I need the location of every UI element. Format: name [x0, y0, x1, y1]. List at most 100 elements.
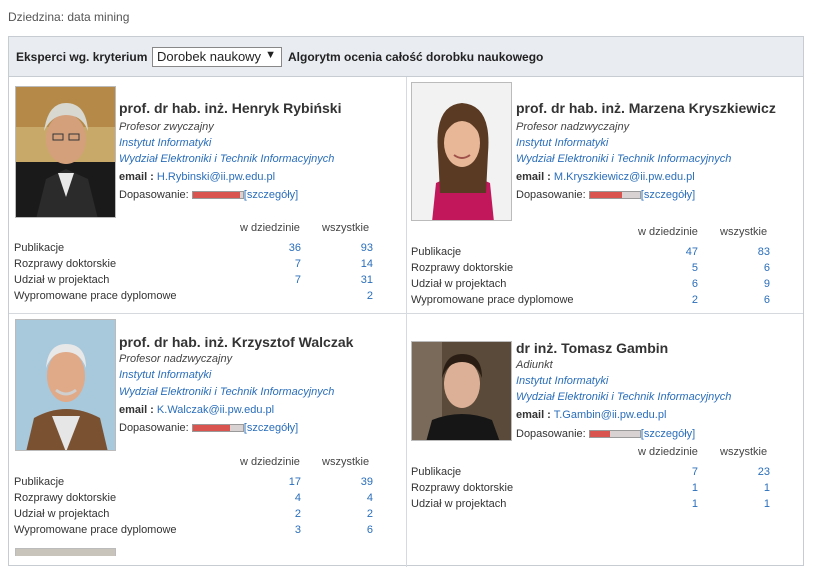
match-bar [191, 191, 244, 199]
stat-proj-all[interactable]: 1 [740, 498, 770, 510]
row-label-projects: Udział w projektach [14, 274, 110, 286]
institute-link[interactable]: Instytut Informatyki [516, 137, 608, 149]
faculty-link[interactable]: Wydział Elektroniki i Technik Informacyj… [516, 153, 731, 165]
expert-title: Profesor nadzwyczajny [516, 121, 630, 133]
match-bar [588, 430, 641, 438]
stat-thesis-field[interactable]: 2 [668, 294, 698, 306]
institute-link[interactable]: Instytut Informatyki [119, 137, 211, 149]
stat-thesis-all[interactable]: 6 [740, 294, 770, 306]
email-link[interactable]: K.Walczak@ii.pw.edu.pl [157, 404, 274, 416]
institute-link[interactable]: Instytut Informatyki [516, 375, 608, 387]
expert-title: Profesor nadzwyczajny [119, 353, 233, 365]
row-label-projects: Udział w projektach [14, 508, 110, 520]
email-link[interactable]: H.Rybinski@ii.pw.edu.pl [157, 171, 275, 183]
row-label-theses: Wypromowane prace dyplomowe [14, 524, 177, 536]
stat-phd-all[interactable]: 14 [343, 258, 373, 270]
expert-title: Adiunkt [516, 359, 553, 371]
row-label-projects: Udział w projektach [411, 498, 507, 510]
row-label-theses: Wypromowane prace dyplomowe [14, 290, 177, 302]
col-header-field: w dziedzinie [240, 456, 300, 468]
match-row: Dopasowanie: [szczegóły] [119, 422, 298, 434]
faculty-link[interactable]: Wydział Elektroniki i Technik Informacyj… [516, 391, 731, 403]
criterion-select[interactable]: Dorobek naukowy ▼ [152, 47, 282, 67]
expert-name[interactable]: prof. dr hab. inż. Krzysztof Walczak [119, 334, 353, 350]
stat-phd-field[interactable]: 4 [271, 492, 301, 504]
faculty-link[interactable]: Wydział Elektroniki i Technik Informacyj… [119, 153, 334, 165]
email-row: email : T.Gambin@ii.pw.edu.pl [516, 409, 666, 421]
stat-pub-field[interactable]: 36 [271, 242, 301, 254]
details-link[interactable]: [szczegóły] [244, 422, 298, 434]
match-row: Dopasowanie: [szczegóły] [119, 189, 298, 201]
dropdown-arrow-icon: ▼ [265, 49, 276, 61]
row-label-publications: Publikacje [14, 476, 65, 488]
stat-phd-all[interactable]: 1 [740, 482, 770, 494]
expert-photo [411, 341, 512, 441]
stat-proj-field[interactable]: 6 [668, 278, 698, 290]
row-label-publications: Publikacje [411, 246, 462, 258]
email-link[interactable]: M.Kryszkiewicz@ii.pw.edu.pl [554, 171, 695, 183]
details-link[interactable]: [szczegóły] [641, 428, 695, 440]
col-header-field: w dziedzinie [240, 222, 300, 234]
match-label: Dopasowanie: [119, 422, 189, 434]
row-label-publications: Publikacje [14, 242, 65, 254]
match-row: Dopasowanie: [szczegóły] [516, 428, 695, 440]
stat-thesis-all[interactable]: 6 [343, 524, 373, 536]
stat-pub-field[interactable]: 17 [271, 476, 301, 488]
stat-pub-field[interactable]: 7 [668, 466, 698, 478]
row-label-phd: Rozprawy doktorskie [14, 258, 117, 270]
stat-pub-field[interactable]: 47 [668, 246, 698, 258]
stat-phd-field[interactable]: 7 [271, 258, 301, 270]
stat-phd-all[interactable]: 6 [740, 262, 770, 274]
email-label: email : [119, 404, 154, 416]
details-link[interactable]: [szczegóły] [244, 189, 298, 201]
col-header-all: wszystkie [322, 222, 370, 234]
expert-name[interactable]: prof. dr hab. inż. Marzena Kryszkiewicz [516, 100, 776, 116]
faculty-link[interactable]: Wydział Elektroniki i Technik Informacyj… [119, 386, 334, 398]
expert-name[interactable]: prof. dr hab. inż. Henryk Rybiński [119, 100, 341, 116]
match-bar [191, 424, 244, 432]
email-row: email : H.Rybinski@ii.pw.edu.pl [119, 171, 275, 183]
row-label-phd: Rozprawy doktorskie [14, 492, 117, 504]
row-label-projects: Udział w projektach [411, 278, 507, 290]
stat-phd-all[interactable]: 4 [343, 492, 373, 504]
stat-proj-field[interactable]: 2 [271, 508, 301, 520]
algorithm-description: Algorytm ocenia całość dorobku naukowego [288, 50, 544, 64]
match-row: Dopasowanie: [szczegóły] [516, 189, 695, 201]
row-label-theses: Wypromowane prace dyplomowe [411, 294, 574, 306]
match-label: Dopasowanie: [516, 428, 586, 440]
email-label: email : [516, 409, 551, 421]
expert-photo-partial [15, 548, 116, 556]
expert-photo [15, 319, 116, 451]
email-label: email : [119, 171, 154, 183]
email-row: email : M.Kryszkiewicz@ii.pw.edu.pl [516, 171, 695, 183]
row-label-publications: Publikacje [411, 466, 462, 478]
stat-phd-field[interactable]: 5 [668, 262, 698, 274]
domain-label: Dziedzina: data mining [8, 10, 130, 24]
col-header-field: w dziedzinie [638, 226, 698, 238]
details-link[interactable]: [szczegóły] [641, 189, 695, 201]
stat-thesis-all[interactable]: 2 [343, 290, 373, 302]
stat-pub-all[interactable]: 83 [740, 246, 770, 258]
stat-pub-all[interactable]: 23 [740, 466, 770, 478]
stat-pub-all[interactable]: 93 [343, 242, 373, 254]
stat-proj-all[interactable]: 2 [343, 508, 373, 520]
col-header-all: wszystkie [322, 456, 370, 468]
stat-thesis-field[interactable]: 3 [271, 524, 301, 536]
expert-photo [15, 86, 116, 218]
expert-name[interactable]: dr inż. Tomasz Gambin [516, 340, 668, 356]
stat-proj-field[interactable]: 7 [271, 274, 301, 286]
match-bar [588, 191, 641, 199]
institute-link[interactable]: Instytut Informatyki [119, 369, 211, 381]
row-label-phd: Rozprawy doktorskie [411, 262, 514, 274]
email-row: email : K.Walczak@ii.pw.edu.pl [119, 404, 274, 416]
stat-proj-all[interactable]: 9 [740, 278, 770, 290]
row-label-phd: Rozprawy doktorskie [411, 482, 514, 494]
stat-proj-all[interactable]: 31 [343, 274, 373, 286]
col-header-all: wszystkie [720, 446, 768, 458]
stat-proj-field[interactable]: 1 [668, 498, 698, 510]
expert-title: Profesor zwyczajny [119, 121, 214, 133]
stat-phd-field[interactable]: 1 [668, 482, 698, 494]
column-divider [406, 77, 407, 567]
email-link[interactable]: T.Gambin@ii.pw.edu.pl [554, 409, 667, 421]
stat-pub-all[interactable]: 39 [343, 476, 373, 488]
